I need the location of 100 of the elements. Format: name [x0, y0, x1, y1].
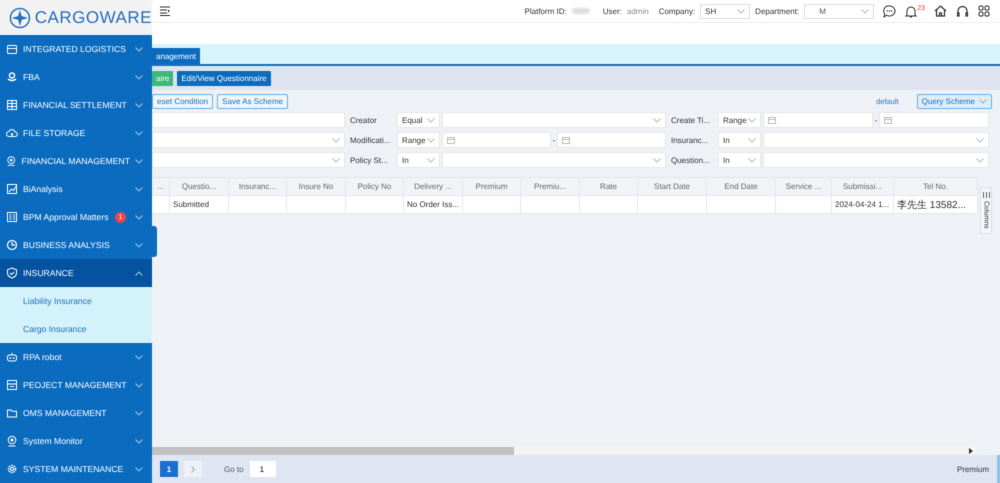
date-field[interactable] — [557, 132, 666, 148]
table-cell — [521, 196, 580, 214]
outline-button[interactable]: eset Condition — [152, 94, 214, 108]
operator-select[interactable]: In — [397, 152, 440, 168]
filter-label: Policy St... — [349, 156, 389, 164]
caret-down-icon — [135, 130, 143, 136]
caret-down-icon — [737, 8, 746, 14]
sidebar-item[interactable]: INSURANCE — [0, 259, 152, 287]
caret-down-icon — [135, 354, 143, 360]
blurred-value — [572, 8, 590, 14]
date-field[interactable] — [763, 112, 873, 128]
sidebar-subitem[interactable]: Liability Insurance — [0, 287, 152, 315]
operator-select[interactable]: Equal — [397, 112, 440, 128]
monitor-icon — [6, 435, 18, 447]
table-cell — [287, 196, 346, 214]
sidebar-item[interactable]: SYSTEM MAINTENANCE — [0, 455, 152, 483]
select-field[interactable] — [152, 132, 345, 148]
caret-down-icon — [653, 118, 661, 122]
chevron-right-icon — [191, 466, 195, 472]
filter-label: Creator — [349, 116, 378, 124]
range-dash: - — [874, 116, 878, 124]
operator-select[interactable]: In — [718, 152, 761, 168]
page-input[interactable]: 1 — [250, 461, 276, 477]
table-cell — [638, 196, 707, 214]
sidebar-item[interactable]: BUSINESS ANALYSIS — [0, 231, 152, 259]
compass-logo-icon — [9, 6, 31, 30]
date-field[interactable] — [442, 132, 551, 148]
sidebar-item[interactable]: FINANCIAL SETTLEMENT — [0, 91, 152, 119]
scrollbar-thumb[interactable] — [152, 447, 514, 455]
sidebar-item[interactable]: FINANCIAL MANAGEMENT — [0, 147, 152, 175]
caret-down-icon — [861, 8, 870, 14]
sidebar-item[interactable]: INTEGRATED LOGISTICS — [0, 35, 152, 63]
caret-down-icon — [135, 242, 143, 248]
outline-button[interactable]: Save As Scheme — [217, 94, 288, 108]
box-icon — [6, 43, 18, 55]
caret-down-icon — [135, 186, 143, 192]
table-cell — [580, 196, 638, 214]
select-field[interactable] — [763, 152, 989, 168]
caret-down-icon — [135, 382, 143, 388]
sidebar-item[interactable]: BiAnalysis — [0, 175, 152, 203]
grid-icon — [6, 99, 18, 111]
filter-label: Insuranc... — [670, 136, 710, 144]
calendar-icon — [562, 136, 570, 144]
select-field[interactable] — [442, 152, 666, 168]
sidebar-item[interactable]: System Monitor — [0, 427, 152, 455]
toolbar-button[interactable]: Edit/View Questionnaire — [177, 70, 271, 86]
bell-icon — [905, 4, 918, 18]
shield-icon — [6, 267, 18, 279]
table-cell — [463, 196, 521, 214]
operator-select[interactable]: In — [718, 132, 761, 148]
caret-down-icon — [332, 158, 340, 162]
caret-down-icon — [976, 158, 984, 162]
board-icon — [6, 379, 18, 391]
select-field[interactable] — [442, 112, 666, 128]
scroll-right-icon — [969, 448, 974, 454]
caret-down-icon — [427, 138, 435, 142]
calendar-icon — [447, 136, 455, 144]
calendar-icon — [884, 116, 892, 124]
sidebar-item[interactable]: PEOJECT MANAGEMENT — [0, 371, 152, 399]
tab[interactable]: anagement — [152, 48, 200, 64]
select-field[interactable] — [763, 132, 989, 148]
header-label: User: — [602, 6, 622, 16]
sidebar-item[interactable]: FBA — [0, 63, 152, 91]
table-cell — [346, 196, 404, 214]
caret-down-icon — [135, 102, 143, 108]
gear-icon — [6, 463, 18, 475]
table-cell: No Order Iss... — [404, 196, 463, 214]
table-cell — [776, 196, 832, 214]
headset-icon — [956, 5, 969, 17]
caret-down-icon — [748, 158, 756, 162]
calendar-icon — [768, 116, 776, 124]
caret-down-icon — [427, 158, 435, 162]
sidebar-item[interactable]: FILE STORAGE — [0, 119, 152, 147]
user-name: admin — [626, 6, 649, 16]
sidebar-subitem[interactable]: Cargo Insurance — [0, 315, 152, 343]
menu-icon — [160, 6, 171, 16]
caret-down-icon — [135, 214, 143, 220]
sidebar-item[interactable]: OMS MANAGEMENT — [0, 399, 152, 427]
caret-up-icon — [135, 270, 143, 276]
input-field[interactable] — [152, 112, 345, 128]
brand-name: CARGOWARE — [34, 8, 152, 28]
query-scheme-button[interactable]: Query Scheme — [916, 94, 992, 108]
apps-grid-icon — [978, 5, 990, 17]
footer-label: Premium — [956, 464, 989, 474]
department-select[interactable]: M — [804, 4, 874, 18]
chart-icon — [6, 183, 18, 195]
operator-select[interactable]: Range — [397, 132, 440, 148]
header-label: Company: — [658, 6, 696, 16]
page-button[interactable]: 1 — [160, 461, 178, 477]
date-field[interactable] — [879, 112, 990, 128]
table-cell: 2024-04-24 1... — [832, 196, 894, 214]
company-select[interactable]: SH — [700, 4, 750, 18]
home-icon — [934, 5, 947, 17]
operator-select[interactable]: Range — [718, 112, 761, 128]
select-field[interactable] — [152, 152, 345, 168]
sidebar-item[interactable]: RPA robot — [0, 343, 152, 371]
document-icon — [6, 211, 18, 223]
columns-icon — [982, 192, 990, 198]
filter-label: Question... — [670, 156, 711, 164]
collapse-handle[interactable] — [152, 226, 157, 257]
